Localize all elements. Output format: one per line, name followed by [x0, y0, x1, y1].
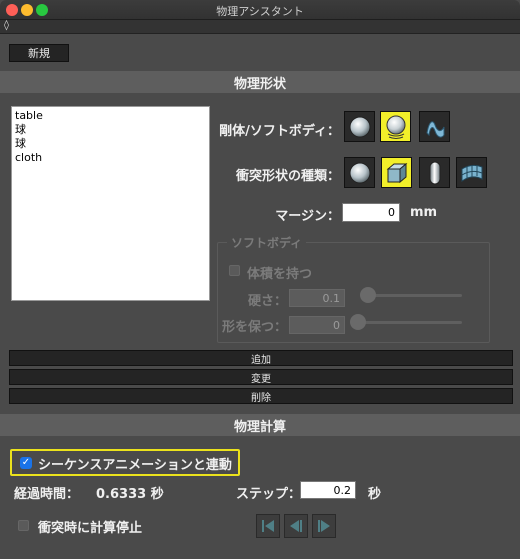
diamond-handle-icon[interactable]: ◊ [4, 20, 9, 31]
list-item[interactable]: cloth [15, 151, 206, 165]
add-button[interactable]: 追加 [9, 350, 513, 366]
softbody-group-title: ソフトボディ [227, 234, 307, 251]
margin-unit: mm [410, 205, 438, 220]
margin-input[interactable]: 0 [342, 203, 400, 222]
new-button[interactable]: 新規 [9, 44, 69, 62]
physics-shape-header: 物理形状 [0, 71, 520, 93]
step-unit: 秒 [368, 487, 382, 502]
rigid-body-button[interactable] [344, 111, 375, 142]
delete-button[interactable]: 削除 [9, 388, 513, 404]
step-input[interactable]: 0.2 [300, 481, 356, 499]
panel-handle[interactable]: ◊ [0, 20, 520, 34]
collision-capsule-button[interactable] [419, 157, 450, 188]
step-forward-icon [318, 520, 330, 532]
sequence-link-checkbox[interactable]: ✓ [20, 457, 32, 469]
mesh-icon [461, 164, 482, 182]
shape-keep-slider-knob[interactable] [350, 314, 366, 330]
physics-object-list[interactable]: table 球 球 cloth [11, 106, 210, 301]
rigid-sphere-icon [349, 116, 370, 137]
box-icon [386, 162, 407, 183]
stop-on-collision-label: 衝突時に計算停止 [38, 521, 143, 536]
sequence-link-label[interactable]: シーケンスアニメーションと連動 [38, 454, 232, 473]
margin-label: マージン： [275, 209, 340, 224]
collision-mesh-button[interactable] [456, 157, 487, 188]
keep-volume-label: 体積を持つ [247, 267, 313, 282]
soft-body-button[interactable] [380, 111, 411, 142]
capsule-icon [429, 161, 440, 184]
step-first-button[interactable] [256, 514, 280, 538]
shape-keep-label: 形を保つ： [221, 320, 287, 335]
step-label: ステップ： [236, 487, 302, 502]
collision-shape-label: 衝突形状の種類： [235, 169, 340, 184]
stiffness-slider-track[interactable] [362, 294, 462, 297]
checkmark-icon: ✓ [21, 457, 31, 468]
step-back-icon [290, 520, 302, 532]
stiffness-slider-knob[interactable] [360, 287, 376, 303]
list-item[interactable]: 球 [15, 137, 206, 151]
window-title: 物理アシスタント [216, 5, 304, 18]
stiffness-input[interactable]: 0.1 [289, 289, 345, 307]
shape-keep-input[interactable]: 0 [289, 316, 345, 334]
collision-sphere-button[interactable] [344, 157, 375, 188]
physics-calc-header: 物理計算 [0, 414, 520, 436]
cloth-icon [425, 120, 444, 138]
rigid-soft-label: 剛体/ソフトボディ： [219, 124, 340, 139]
list-item[interactable]: 球 [15, 123, 206, 137]
list-item[interactable]: table [15, 109, 206, 123]
keep-volume-checkbox[interactable] [229, 265, 240, 276]
collision-box-button[interactable] [381, 157, 412, 188]
cloth-button[interactable] [419, 111, 450, 142]
soft-sphere-icon [386, 115, 405, 139]
title-bar: 物理アシスタント [0, 0, 520, 20]
skip-to-start-icon [262, 520, 274, 532]
elapsed-time-label: 経過時間： [14, 487, 80, 502]
stiffness-label: 硬さ： [247, 294, 287, 309]
modify-button[interactable]: 変更 [9, 369, 513, 385]
shape-keep-slider-track[interactable] [352, 321, 462, 324]
stop-on-collision-checkbox[interactable] [18, 520, 29, 531]
step-back-button[interactable] [284, 514, 308, 538]
step-forward-button[interactable] [312, 514, 336, 538]
elapsed-time-value: 0.6333 秒 [96, 487, 164, 502]
sphere-icon [349, 162, 370, 183]
